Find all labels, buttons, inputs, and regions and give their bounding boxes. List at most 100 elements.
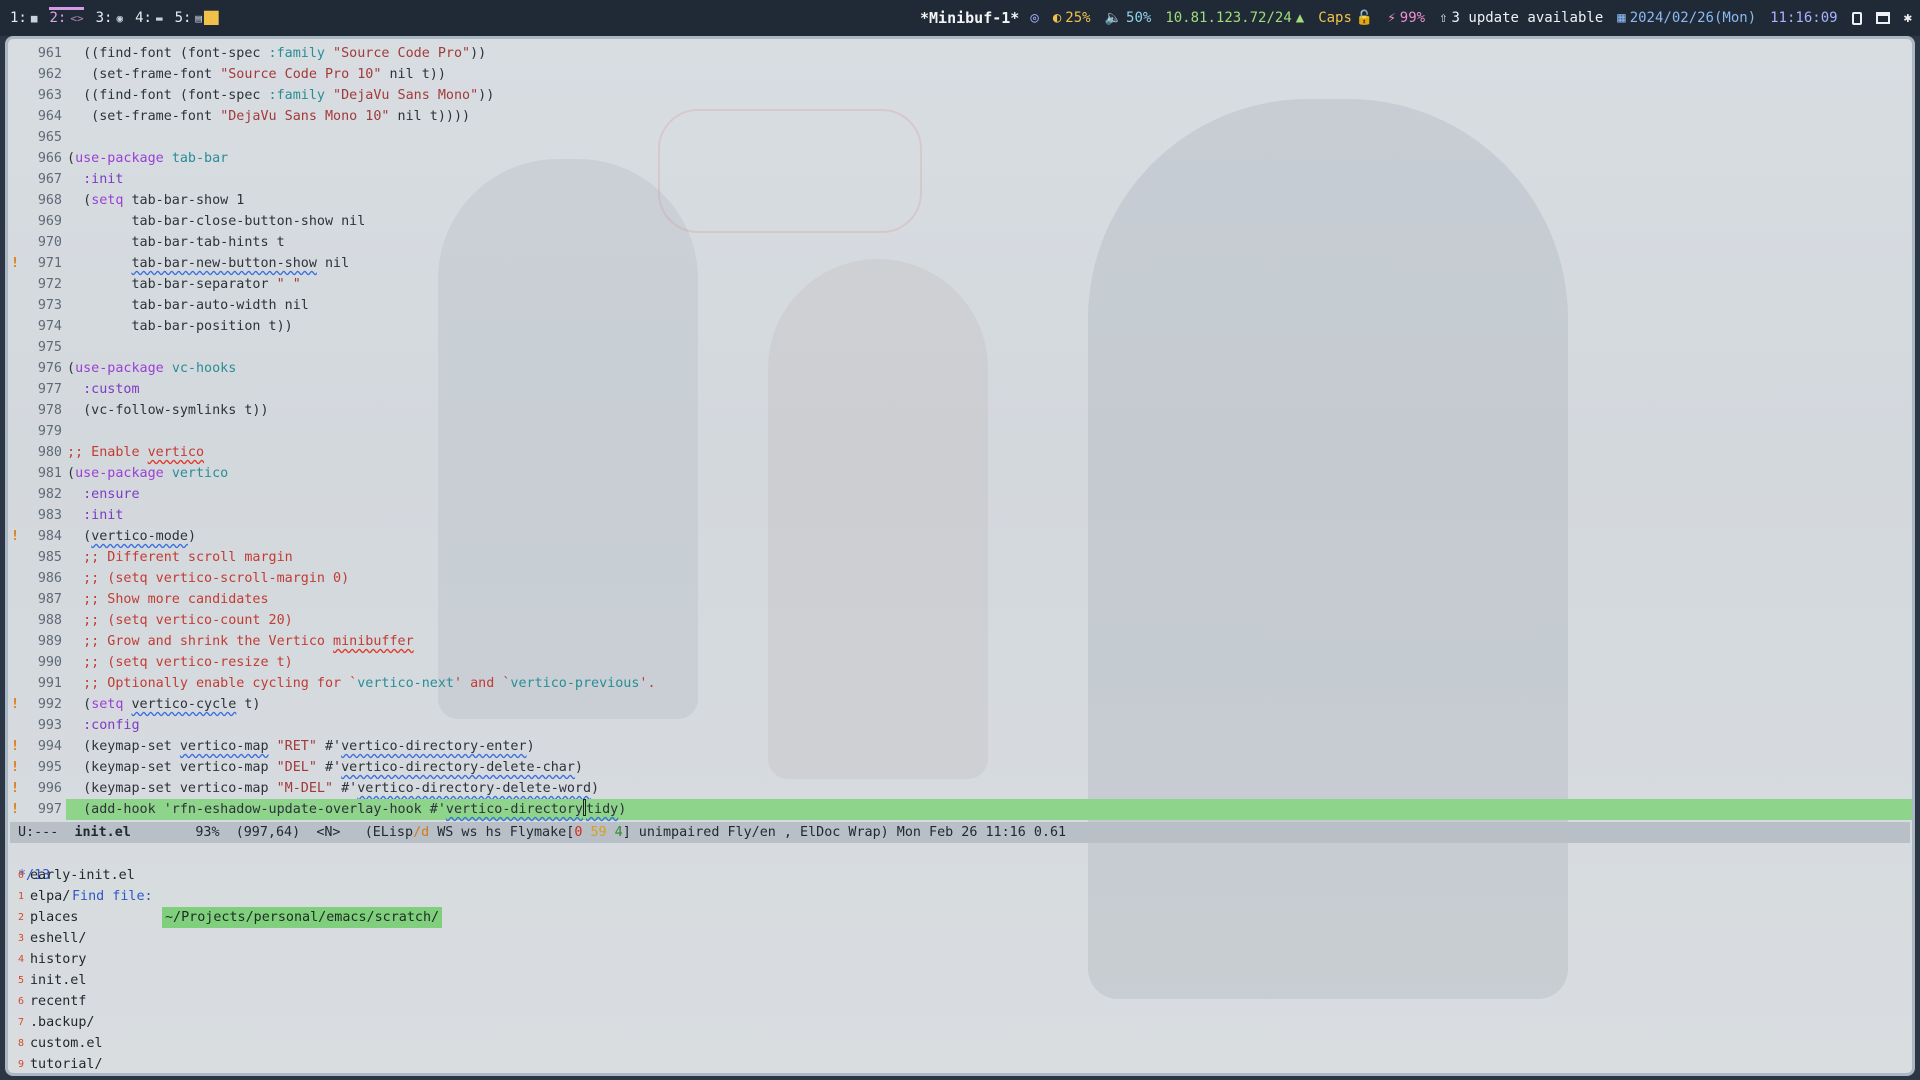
candidate-item[interactable]: 7 .backup/ — [8, 1012, 1912, 1033]
candidate-item[interactable]: 3 eshell/ — [8, 928, 1912, 949]
code-line[interactable]: ! 971 tab-bar-new-button-show nil — [8, 253, 1912, 274]
candidate-item[interactable]: 4 history — [8, 949, 1912, 970]
major-mode[interactable]: (ELisp — [365, 825, 413, 840]
clock[interactable]: 11:16:09 — [1770, 10, 1837, 26]
code-text: (add-hook 'rfn-eshadow-update-overlay-ho… — [67, 799, 626, 820]
line-number: 988 — [37, 613, 62, 628]
code-line[interactable]: 963 ((find-font (font-spec :family "Deja… — [8, 85, 1912, 106]
code-line[interactable]: 970 tab-bar-tab-hints t — [8, 232, 1912, 253]
code-line[interactable]: 978 (vc-follow-symlinks t)) — [8, 400, 1912, 421]
load-average: 0.61 — [1033, 825, 1067, 840]
workspace-indicator-icon: ██ — [204, 11, 219, 25]
code-line[interactable]: ! 996 (keymap-set vertico-map "M-DEL" #'v… — [8, 778, 1912, 799]
candidate-item[interactable]: 9 tutorial/ — [8, 1054, 1912, 1073]
code-text: ;; (setq vertico-resize t) — [83, 655, 293, 670]
code-text: (use-package tab-bar — [67, 151, 229, 166]
workspace-label: 5: — [174, 10, 192, 26]
line-number: 985 — [37, 550, 62, 565]
code-line[interactable]: 985 ;; Different scroll margin — [8, 547, 1912, 568]
workspace-3[interactable]: 3: ◉ — [96, 10, 123, 26]
code-line[interactable]: ! 995 (keymap-set vertico-map "DEL" #'ver… — [8, 757, 1912, 778]
candidate-item[interactable]: 6 recentf — [8, 991, 1912, 1012]
code-line[interactable]: 973 tab-bar-auto-width nil — [8, 295, 1912, 316]
candidate-item[interactable]: 8 custom.el — [8, 1033, 1912, 1054]
code-line[interactable]: 968 (setq tab-bar-show 1 — [8, 190, 1912, 211]
code-line[interactable]: 977 :custom — [8, 379, 1912, 400]
network-status[interactable]: 10.81.123.72/24 ▲ — [1165, 10, 1304, 26]
eye-icon[interactable]: ◎ — [1030, 10, 1038, 26]
code-editor[interactable]: 961 ((find-font (font-spec :family "Sour… — [8, 43, 1912, 820]
minibuffer-prompt[interactable]: */13 Find file: ~/Projects/personal/emac… — [8, 844, 1912, 928]
code-line[interactable]: ! 994 (keymap-set vertico-map "RET" #'ver… — [8, 736, 1912, 757]
code-line[interactable]: 961 ((find-font (font-spec :family "Sour… — [8, 43, 1912, 64]
code-line[interactable]: 993 :config — [8, 715, 1912, 736]
flymake-warnings[interactable]: 59 — [590, 825, 606, 840]
code-line[interactable]: ! 984 (vertico-mode) — [8, 526, 1912, 547]
buffer-name[interactable]: init.el — [74, 825, 130, 840]
code-line[interactable]: 979 — [8, 421, 1912, 442]
line-number: 981 — [37, 466, 62, 481]
candidate-item[interactable]: 5 init.el — [8, 970, 1912, 991]
workspace-5[interactable]: 5: ▤ — [175, 10, 202, 26]
battery-status[interactable]: ⚡ 99% — [1387, 10, 1425, 26]
volume-status[interactable]: 🔈 50% — [1105, 10, 1152, 26]
candidate-name: history — [30, 952, 87, 967]
updates-status[interactable]: ⇧ 3 update available — [1439, 10, 1603, 26]
candidate-item[interactable]: 0 early-init.el — [8, 865, 1912, 886]
candidate-index: 2 — [18, 912, 25, 923]
date-status[interactable]: ▦ 2024/02/26(Mon) — [1617, 10, 1756, 26]
code-line[interactable]: 986 ;; (setq vertico-scroll-margin 0) — [8, 568, 1912, 589]
line-number: 976 — [37, 361, 62, 376]
code-line[interactable]: 965 — [8, 127, 1912, 148]
code-line[interactable]: 983 :init — [8, 505, 1912, 526]
code-line[interactable]: 991 ;; Optionally enable cycling for `ve… — [8, 673, 1912, 694]
workspace-1[interactable]: 1: ■ — [10, 10, 37, 26]
code-text: tab-bar-position t)) — [67, 319, 293, 334]
top-panel: 1: ■ 2: <> 3: ◉ 4: ▬ 5: ▤ ██ *Minibuf-1* ◎ ◐ 25% 🔈… — [0, 0, 1920, 36]
code-line[interactable]: 972 tab-bar-separator " " — [8, 274, 1912, 295]
flymake-errors[interactable]: 0 — [574, 825, 582, 840]
minibuffer[interactable]: */13 Find file: ~/Projects/personal/emac… — [8, 844, 1912, 1073]
code-text: (set-frame-font "Source Code Pro 10" nil… — [67, 67, 446, 82]
code-line[interactable]: 990 ;; (setq vertico-resize t) — [8, 652, 1912, 673]
code-text: tab-bar-new-button-show nil — [131, 256, 350, 271]
line-number: 974 — [37, 319, 62, 334]
code-line[interactable]: 988 ;; (setq vertico-count 20) — [8, 610, 1912, 631]
mode-line[interactable]: U:--- init.el 93% (997,64) <N> (ELisp/d … — [10, 822, 1910, 843]
tablet-icon[interactable] — [1851, 11, 1862, 25]
flymake-notes[interactable]: 4 — [615, 825, 623, 840]
candidate-item[interactable]: 2 places — [8, 907, 1912, 928]
battery-value: 99% — [1399, 10, 1426, 26]
code-line[interactable]: 981 (use-package vertico — [8, 463, 1912, 484]
workspace-4[interactable]: 4: ▬ — [135, 10, 162, 26]
screen-icon[interactable] — [1875, 12, 1890, 24]
date-value: 2024/02/26(Mon) — [1629, 10, 1757, 26]
workspace-2[interactable]: 2: <> — [49, 7, 84, 29]
code-line[interactable]: 967 :init — [8, 169, 1912, 190]
code-line[interactable]: 980 ;; Enable vertico — [8, 442, 1912, 463]
bluetooth-icon[interactable]: ✱ — [1904, 10, 1912, 26]
brightness-status[interactable]: ◐ 25% — [1053, 10, 1091, 26]
line-number: 983 — [37, 508, 62, 523]
current-line[interactable]: ! 997 (add-hook 'rfn-eshadow-update-overl… — [11, 799, 1912, 820]
code-line[interactable]: 969 tab-bar-close-button-show nil — [8, 211, 1912, 232]
code-text: tab-bar-auto-width nil — [67, 298, 309, 313]
code-line[interactable]: 987 ;; Show more candidates — [8, 589, 1912, 610]
code-line[interactable]: ! 992 (setq vertico-cycle t) — [8, 694, 1912, 715]
code-line[interactable]: 966 (use-package tab-bar — [8, 148, 1912, 169]
code-line[interactable]: 964 (set-frame-font "DejaVu Sans Mono 10… — [8, 106, 1912, 127]
scroll-percent: 93% — [195, 825, 220, 840]
code-line[interactable]: 976 (use-package vc-hooks — [8, 358, 1912, 379]
code-line[interactable]: 989 ;; Grow and shrink the Vertico minib… — [8, 631, 1912, 652]
line-number: 982 — [37, 487, 62, 502]
line-number: 992 — [37, 697, 62, 712]
code-line[interactable]: 962 (set-frame-font "Source Code Pro 10"… — [8, 64, 1912, 85]
code-line[interactable]: 974 tab-bar-position t)) — [8, 316, 1912, 337]
caps-label: Caps — [1318, 10, 1352, 26]
network-icon: ▲ — [1295, 10, 1305, 26]
code-line[interactable]: 975 — [8, 337, 1912, 358]
code-line[interactable]: 982 :ensure — [8, 484, 1912, 505]
candidate-index: 3 — [18, 933, 25, 944]
code-text: ;; (setq vertico-count 20) — [83, 613, 293, 628]
candidate-item[interactable]: 1 elpa/ — [8, 886, 1912, 907]
